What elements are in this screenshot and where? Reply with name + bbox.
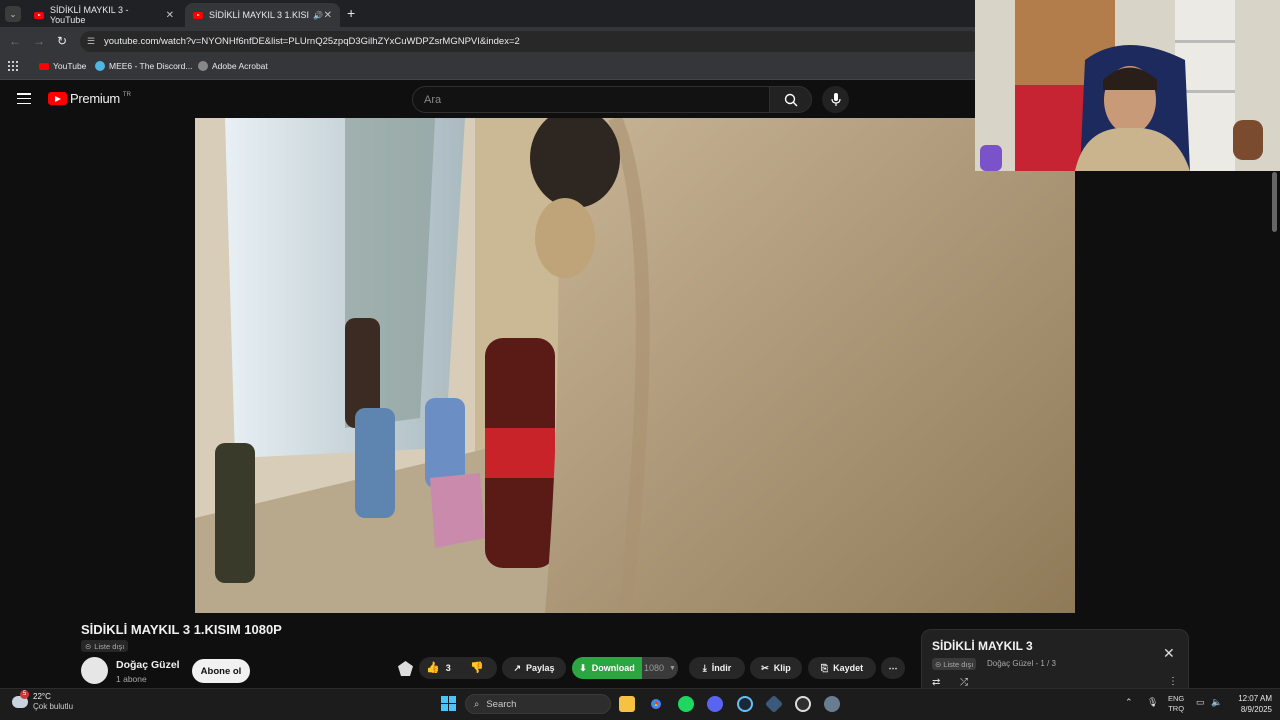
tab-search-button[interactable]: ⌄ xyxy=(5,6,21,22)
menu-icon[interactable] xyxy=(17,93,31,104)
clock[interactable]: 12:07 AM 8/9/2025 xyxy=(1226,693,1272,715)
new-tab-icon[interactable]: + xyxy=(347,5,355,21)
settings-icon[interactable] xyxy=(824,696,840,712)
visibility-badge: ⊝ Liste dışı xyxy=(81,640,129,652)
subscriber-count: 1 abone xyxy=(116,674,147,684)
scissors-icon: ✂ xyxy=(761,662,769,673)
browser-tab-1[interactable]: SİDİKLİ MAYKIL 3 - YouTube ✕ xyxy=(26,3,182,27)
channel-name[interactable]: Doğaç Güzel xyxy=(116,659,180,671)
download-icon: ⤓ xyxy=(702,662,707,673)
youtube-icon xyxy=(39,62,49,70)
address-bar[interactable]: ☰ youtube.com/watch?v=NYONHf6nfDE&list=P… xyxy=(80,31,980,52)
page-scrollbar[interactable] xyxy=(1272,172,1277,232)
playlist-visibility-badge: ⊝ Liste dışı xyxy=(932,658,977,670)
quality-select[interactable]: 1080 ▼ xyxy=(642,657,678,679)
download-arrow-icon: ⬇ xyxy=(579,662,587,673)
subscribe-button[interactable]: Abone ol xyxy=(192,659,250,683)
thumbs-down-icon: 👎 xyxy=(470,662,484,674)
save-button[interactable]: ⎘ Kaydet xyxy=(808,657,876,679)
voice-search-button[interactable] xyxy=(822,86,849,113)
like-button[interactable]: 👍 3 xyxy=(426,661,451,674)
file-explorer-icon[interactable] xyxy=(619,696,635,712)
mee6-icon xyxy=(95,61,105,71)
youtube-favicon-icon xyxy=(193,11,203,19)
link-icon: ⊝ xyxy=(935,659,942,669)
clip-button[interactable]: ✂ Klip xyxy=(750,657,802,679)
volume-icon[interactable]: 🔈 xyxy=(1211,697,1222,708)
globe-icon xyxy=(198,61,208,71)
bookmark-youtube[interactable]: YouTube xyxy=(39,61,86,71)
download-button[interactable]: ⬇ Download xyxy=(572,657,642,679)
steam-icon[interactable] xyxy=(737,696,753,712)
youtube-favicon-icon xyxy=(34,11,44,19)
playlist-title[interactable]: SİDİKLİ MAYKIL 3 xyxy=(932,639,1033,653)
more-actions-button[interactable]: ⋯ xyxy=(881,657,905,679)
windows-taskbar xyxy=(0,688,1280,720)
spotify-icon[interactable] xyxy=(678,696,694,712)
microphone-icon xyxy=(830,92,841,106)
url-text: youtube.com/watch?v=NYONHf6nfDE&list=PLU… xyxy=(104,36,520,47)
bookmark-adobe[interactable]: Adobe Acrobat xyxy=(198,61,268,71)
bookmark-mee6[interactable]: MEE6 - The Discord... xyxy=(95,61,192,71)
back-icon[interactable]: ← xyxy=(9,34,21,48)
channel-avatar[interactable] xyxy=(81,657,108,684)
search-input[interactable]: Ara xyxy=(412,86,770,113)
more-horizontal-icon: ⋯ xyxy=(888,662,898,673)
show-hidden-icons-icon[interactable]: ⌃ xyxy=(1125,697,1133,708)
share-button[interactable]: ↗ Paylaş xyxy=(502,657,566,679)
shuffle-icon[interactable]: ⤮ xyxy=(960,677,968,688)
link-icon: ⊝ xyxy=(85,641,92,651)
reload-icon[interactable]: ↻ xyxy=(57,34,67,48)
close-tab-icon[interactable]: ✕ xyxy=(324,10,332,21)
browser-tab-2[interactable]: SİDİKLİ MAYKIL 3 1.KISIM 1( 🔊 ✕ xyxy=(185,3,340,27)
webcam-frame xyxy=(975,0,1280,171)
loop-icon[interactable]: ⇄ xyxy=(932,677,940,688)
close-tab-icon[interactable]: ✕ xyxy=(166,10,174,21)
browser-tab-2-label: SİDİKLİ MAYKIL 3 1.KISIM 1( xyxy=(209,10,309,20)
dislike-button[interactable]: 👎 xyxy=(470,661,484,674)
taskbar-search-box[interactable]: ⌕ Search xyxy=(465,694,611,714)
speaker-icon[interactable]: 🔊 xyxy=(313,11,323,20)
apps-grid-icon[interactable] xyxy=(8,61,18,71)
chevron-down-icon: ▼ xyxy=(669,664,676,672)
video-frame xyxy=(195,118,1075,613)
search-button[interactable] xyxy=(769,86,812,113)
start-button[interactable] xyxy=(441,696,456,711)
weather-widget[interactable]: 5 22°C Çok bulutlu xyxy=(12,690,73,712)
video-title: SİDİKLİ MAYKIL 3 1.KISIM 1080P xyxy=(81,622,282,637)
webcam-overlay xyxy=(975,0,1280,171)
thumbs-up-icon: 👍 xyxy=(426,662,440,674)
search-icon: ⌕ xyxy=(474,698,480,710)
microphone-tray-icon[interactable]: 🎙 xyxy=(1147,697,1158,708)
obs-icon[interactable] xyxy=(795,696,811,712)
bookmark-icon: ⎘ xyxy=(820,662,829,673)
site-info-icon[interactable]: ☰ xyxy=(87,36,95,47)
search-icon xyxy=(784,93,797,106)
language-indicator[interactable]: ENG TRQ xyxy=(1168,694,1184,714)
video-player[interactable] xyxy=(195,118,1075,613)
close-playlist-icon[interactable]: ✕ xyxy=(1163,645,1175,662)
youtube-play-logo-icon xyxy=(48,92,67,105)
discord-icon[interactable] xyxy=(707,696,723,712)
browser-tab-1-label: SİDİKLİ MAYKIL 3 - YouTube xyxy=(49,5,129,25)
extension-icon[interactable] xyxy=(398,661,413,676)
playlist-meta: Doğaç Güzel - 1 / 3 xyxy=(987,659,1056,668)
youtube-logo[interactable]: Premium TR xyxy=(48,91,131,106)
share-icon: ↗ xyxy=(513,662,521,673)
chrome-icon[interactable] xyxy=(648,696,664,712)
forward-icon[interactable]: → xyxy=(33,34,45,48)
indir-button[interactable]: ⤓ İndir xyxy=(689,657,745,679)
playlist-menu-icon[interactable]: ⋮ xyxy=(1168,676,1178,687)
network-icon[interactable]: ▭ xyxy=(1196,697,1205,708)
cloud-icon: 5 xyxy=(12,690,29,708)
